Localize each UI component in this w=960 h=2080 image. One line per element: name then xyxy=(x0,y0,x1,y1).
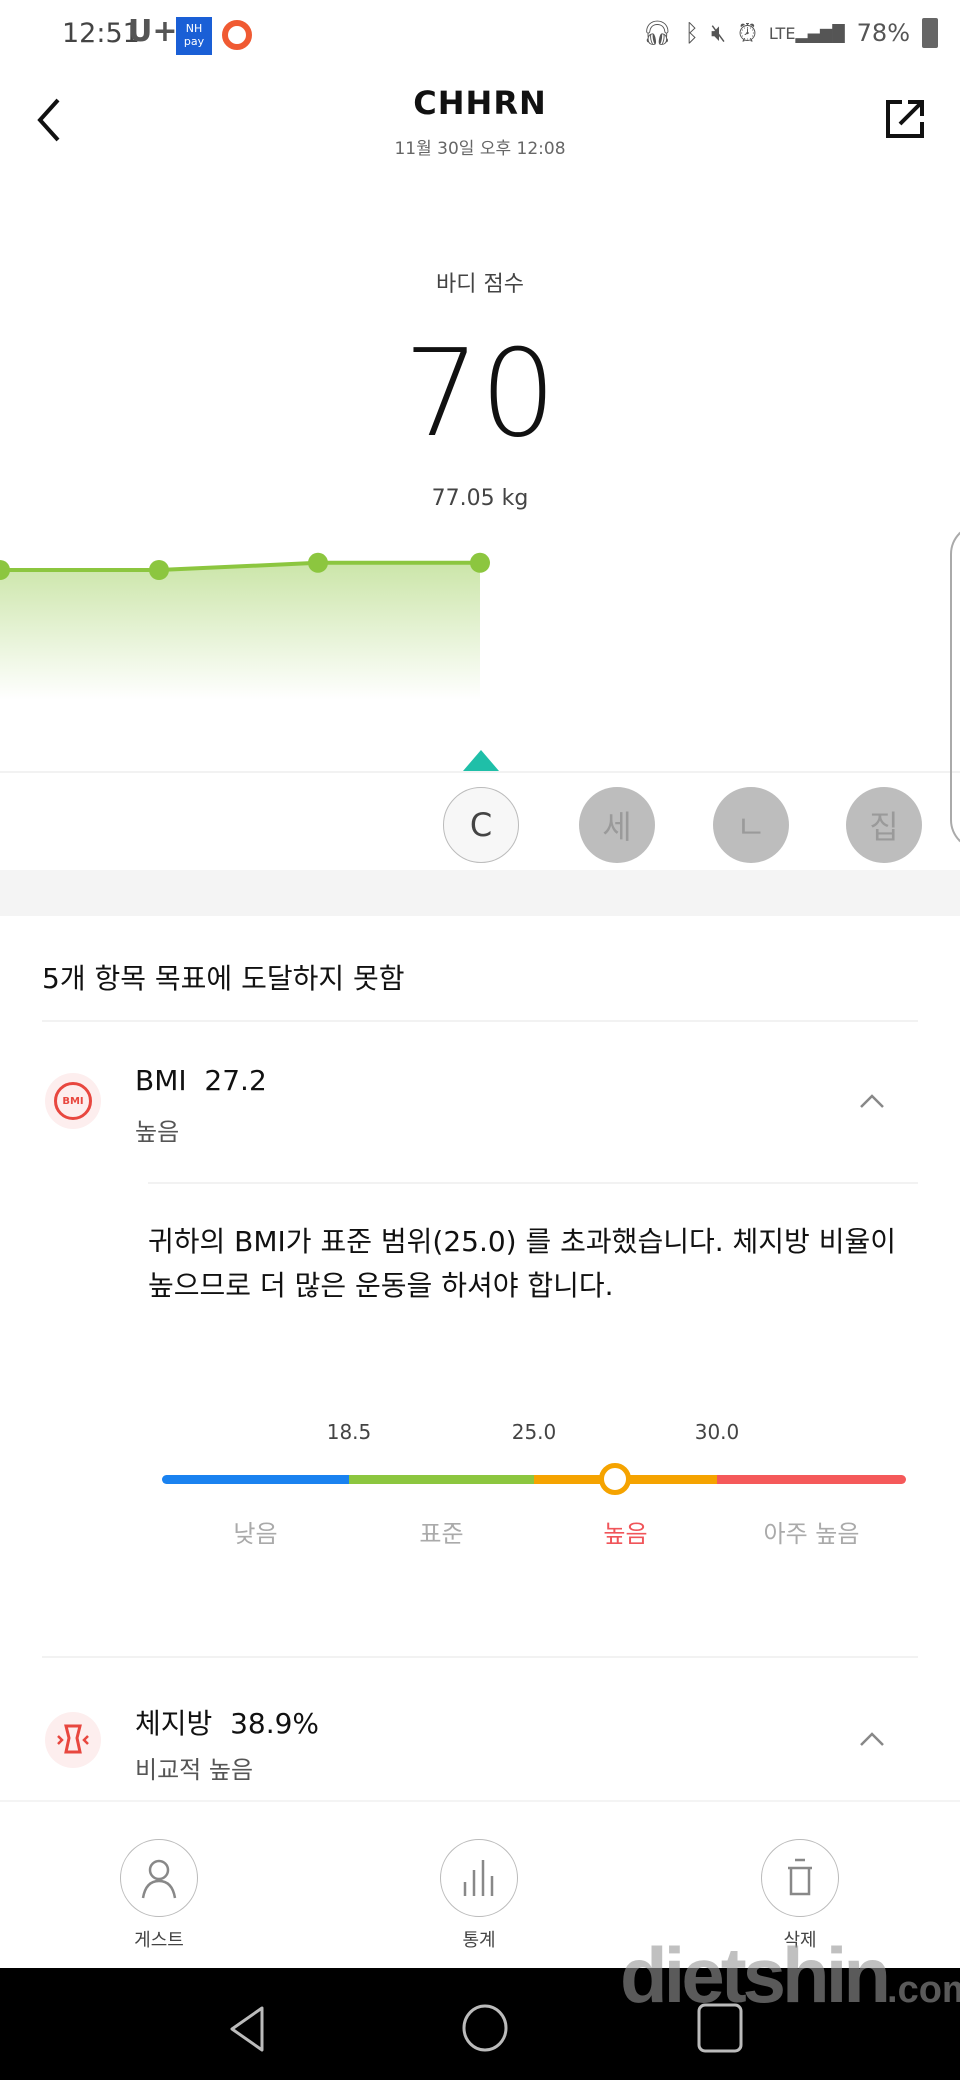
bmi-scale-segment xyxy=(162,1475,349,1484)
selected-pointer-icon xyxy=(463,750,499,771)
bmi-category-label: 낮음 xyxy=(233,1520,278,1548)
battery-percent: 78% xyxy=(856,19,910,47)
watermark-logo: dietshin.com xyxy=(620,1931,960,2019)
bmi-category-label: 아주 높음 xyxy=(763,1520,860,1548)
bluetooth-icon: ᛒ xyxy=(684,19,699,47)
bmi-tick-label: 25.0 xyxy=(511,1420,557,1444)
notification-ring-icon xyxy=(222,20,252,50)
divider xyxy=(148,1182,918,1184)
person-icon xyxy=(141,1859,177,1899)
carrier-label: U+ xyxy=(128,14,178,49)
bmi-scale-segment xyxy=(349,1475,534,1484)
nav-back-icon[interactable] xyxy=(226,2004,270,2054)
headset-icon: 🎧︎ xyxy=(642,19,673,47)
alarm-icon: ⏰︎ xyxy=(738,19,757,47)
page-title: CHHRN xyxy=(413,84,547,122)
section-separator xyxy=(0,870,960,916)
bar-chart-icon xyxy=(463,1860,494,1896)
user-avatar[interactable]: 집 xyxy=(846,787,922,863)
lte-signal-icon: LTE▂▄▆█ xyxy=(768,23,845,43)
body-fat-row[interactable]: 체지방 38.9% 비교적 높음 xyxy=(0,1690,960,1800)
goal-summary: 5개 항목 목표에 도달하지 못함 xyxy=(42,962,405,995)
battery-icon xyxy=(922,18,938,48)
body-fat-title: 체지방 38.9% xyxy=(135,1707,320,1740)
chevron-up-icon[interactable] xyxy=(858,1730,886,1748)
nav-home-icon[interactable] xyxy=(460,2002,510,2054)
user-avatar[interactable]: 세 xyxy=(579,787,655,863)
divider xyxy=(42,1020,918,1022)
trend-area xyxy=(0,562,480,700)
bmi-description: 귀하의 BMI가 표준 범위(25.0) 를 초과했습니다. 체지방 비율이 높… xyxy=(148,1225,896,1302)
score-trend-chart[interactable] xyxy=(0,530,520,700)
user-initial: 세 xyxy=(602,808,632,846)
bmi-status: 높음 xyxy=(135,1118,180,1146)
guest-button[interactable] xyxy=(120,1839,198,1917)
chevron-up-icon[interactable] xyxy=(858,1092,886,1110)
bmi-category-label: 높음 xyxy=(603,1520,648,1548)
user-initial: 집 xyxy=(869,808,899,846)
trend-point[interactable] xyxy=(470,552,490,573)
user-initial: ㄴ xyxy=(736,808,766,846)
user-avatar[interactable]: ㄴ xyxy=(713,787,789,863)
user-avatar[interactable]: C xyxy=(443,787,519,863)
body-fat-icon xyxy=(45,1712,101,1768)
delete-button[interactable] xyxy=(761,1839,839,1917)
bmi-icon-text: BMI xyxy=(54,1082,92,1120)
status-icons: 🎧︎ ᛒ 🔇︎ ⏰︎ LTE▂▄▆█ 78% xyxy=(642,18,938,48)
bmi-scale-segment xyxy=(717,1475,906,1484)
trend-point[interactable] xyxy=(308,552,328,573)
bmi-tick-label: 18.5 xyxy=(326,1420,372,1444)
nh-pay-icon: NH pay xyxy=(176,17,212,55)
bmi-category-label: 표준 xyxy=(419,1520,464,1548)
weight-value: 77.05 kg xyxy=(431,486,529,511)
side-panel-handle[interactable] xyxy=(950,524,960,850)
measurement-date: 11월 30일 오후 12:08 xyxy=(394,139,566,159)
statistics-button[interactable] xyxy=(440,1839,518,1917)
user-initial: C xyxy=(469,806,493,844)
share-button[interactable] xyxy=(884,98,926,140)
bmi-icon: BMI xyxy=(45,1073,101,1129)
body-fat-status: 비교적 높음 xyxy=(135,1756,254,1784)
divider xyxy=(42,1656,918,1658)
bmi-row[interactable]: BMI BMI 27.2 높음 xyxy=(0,1050,960,1160)
body-score-label: 바디 점수 xyxy=(436,272,524,297)
trend-point[interactable] xyxy=(149,560,169,580)
guest-label: 게스트 xyxy=(134,1930,184,1951)
status-bar: 12:51 U+ NH pay 🎧︎ ᛒ 🔇︎ ⏰︎ LTE▂▄▆█ 78% xyxy=(0,0,960,72)
bmi-title: BMI 27.2 xyxy=(135,1064,267,1097)
statistics-label: 통계 xyxy=(462,1930,496,1951)
trash-icon xyxy=(788,1858,812,1896)
body-score-value: 70 xyxy=(403,325,557,464)
bmi-marker xyxy=(598,1463,631,1495)
mute-icon: 🔇︎ xyxy=(710,19,727,47)
bmi-tick-label: 30.0 xyxy=(694,1420,740,1444)
